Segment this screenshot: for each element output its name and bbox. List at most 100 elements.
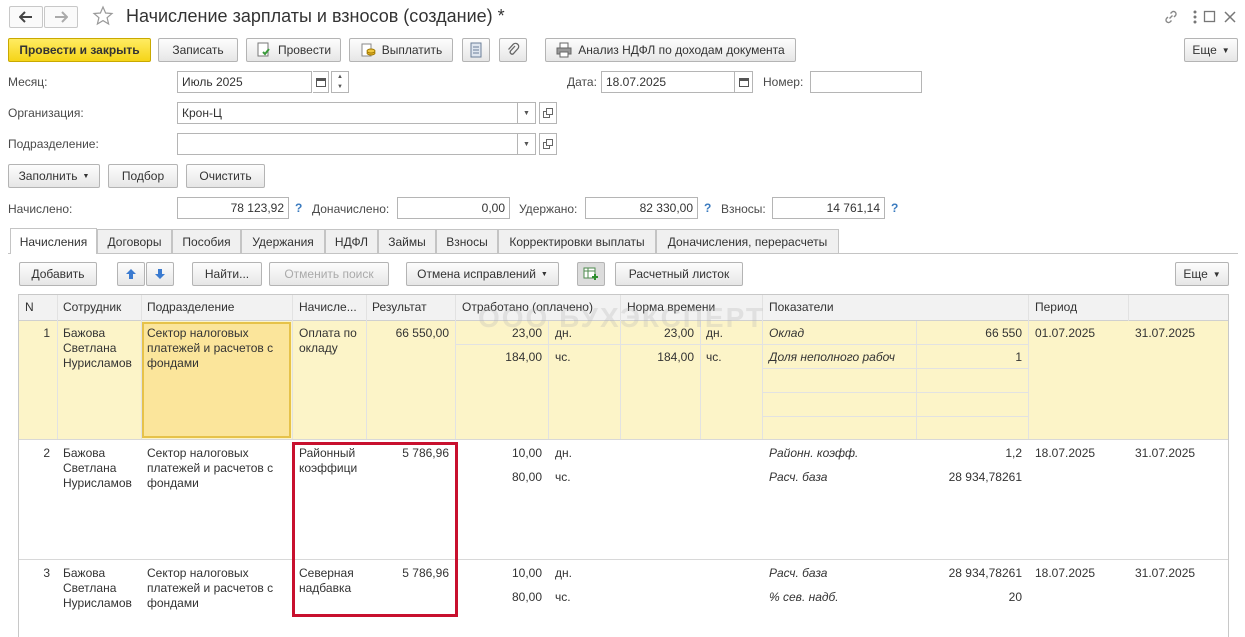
tab-contracts[interactable]: Договоры bbox=[97, 229, 172, 253]
grid-more-button[interactable]: Еще ▼ bbox=[1175, 262, 1229, 286]
row2-indicator-2-name: Расч. база bbox=[769, 470, 828, 484]
forward-button[interactable] bbox=[44, 6, 78, 28]
row1-worked-days: 23,00 bbox=[511, 326, 542, 340]
chevron-down-icon: ▼ bbox=[1221, 45, 1230, 55]
row-sep bbox=[19, 559, 1228, 560]
extra-accrued-label: Доначислено: bbox=[312, 202, 390, 216]
month-field[interactable]: Июль 2025 bbox=[177, 71, 312, 93]
col-header-n[interactable]: N bbox=[25, 300, 34, 315]
department-field[interactable] bbox=[177, 133, 518, 155]
withheld-value: 82 330,00 bbox=[585, 197, 698, 219]
accrued-help-icon[interactable]: ? bbox=[295, 201, 302, 215]
row3-department: Сектор налоговых платежей и расчетов с ф… bbox=[147, 566, 274, 610]
row1-accrual: Оплата по окладу bbox=[299, 326, 357, 355]
row1-worked-hours-unit: чс. bbox=[555, 350, 571, 364]
chevron-down-icon: ▼ bbox=[540, 270, 548, 278]
tab-loans[interactable]: Займы bbox=[378, 229, 436, 253]
grid-settings-button[interactable] bbox=[577, 262, 605, 286]
row1-period-from: 01.07.2025 bbox=[1035, 326, 1096, 340]
find-button[interactable]: Найти... bbox=[192, 262, 262, 286]
col-header-employee[interactable]: Сотрудник bbox=[63, 300, 121, 315]
month-spin-control[interactable]: ▲ ▼ bbox=[331, 71, 349, 93]
tab-payment-corrections[interactable]: Корректировки выплаты bbox=[498, 229, 656, 253]
row3-worked-days-unit: дн. bbox=[555, 566, 572, 580]
row3-n: 3 bbox=[43, 566, 50, 580]
cancel-corrections-button[interactable]: Отмена исправлений ▼ bbox=[406, 262, 559, 286]
col-sep bbox=[1128, 295, 1129, 321]
back-button[interactable] bbox=[9, 6, 43, 28]
row2-worked-hours: 80,00 bbox=[511, 470, 542, 484]
organization-open-icon[interactable] bbox=[539, 102, 557, 124]
row1-period-to: 31.07.2025 bbox=[1135, 326, 1196, 340]
maximize-icon[interactable] bbox=[1203, 10, 1217, 24]
printer-icon bbox=[556, 42, 572, 58]
col-sep bbox=[700, 321, 701, 439]
row2-department: Сектор налоговых платежей и расчетов с ф… bbox=[147, 446, 274, 490]
calendar-icon[interactable] bbox=[313, 71, 329, 93]
tab-ndfl[interactable]: НДФЛ bbox=[325, 229, 378, 253]
date-calendar-icon[interactable] bbox=[735, 71, 753, 93]
clear-button[interactable]: Очистить bbox=[186, 164, 265, 188]
col-header-department[interactable]: Подразделение bbox=[147, 300, 234, 315]
col-header-result[interactable]: Результат bbox=[372, 300, 427, 315]
row3-worked-hours: 80,00 bbox=[511, 590, 542, 604]
cancel-search-button[interactable]: Отменить поиск bbox=[269, 262, 389, 286]
date-field[interactable]: 18.07.2025 bbox=[601, 71, 735, 93]
close-icon[interactable] bbox=[1223, 10, 1237, 24]
row1-worked-hours: 184,00 bbox=[505, 350, 542, 364]
more-button-label: Еще bbox=[1192, 43, 1217, 57]
ndfl-analysis-button[interactable]: Анализ НДФЛ по доходам документа bbox=[545, 38, 796, 62]
row1-worked-days-unit: дн. bbox=[555, 326, 572, 340]
spin-down-icon[interactable]: ▼ bbox=[332, 82, 348, 92]
page-title: Начисление зарплаты и взносов (создание)… bbox=[126, 6, 505, 26]
highlight-frame bbox=[292, 442, 458, 617]
accrued-label: Начислено: bbox=[8, 202, 73, 216]
move-down-button[interactable] bbox=[146, 262, 174, 286]
link-icon[interactable] bbox=[1163, 9, 1179, 25]
contributions-help-icon[interactable]: ? bbox=[891, 201, 898, 215]
pay-button[interactable]: Выплатить bbox=[349, 38, 453, 62]
col-sep bbox=[1028, 295, 1029, 439]
save-button[interactable]: Записать bbox=[158, 38, 238, 62]
organization-dropdown-icon[interactable]: ▼ bbox=[518, 102, 536, 124]
row-sep bbox=[763, 392, 1028, 393]
grid-more-label: Еще bbox=[1183, 267, 1208, 281]
col-sep bbox=[141, 295, 142, 439]
tabs-baseline bbox=[8, 253, 1238, 254]
cancel-corrections-label: Отмена исправлений bbox=[417, 267, 536, 281]
number-field[interactable] bbox=[810, 71, 922, 93]
col-header-accrual[interactable]: Начисле... bbox=[299, 300, 357, 315]
attach-button[interactable] bbox=[499, 38, 527, 62]
pay-button-label: Выплатить bbox=[381, 43, 443, 57]
post-button[interactable]: Провести bbox=[246, 38, 341, 62]
row1-norm-hours: 184,00 bbox=[657, 350, 694, 364]
payslip-button[interactable]: Расчетный листок bbox=[615, 262, 743, 286]
spin-up-icon[interactable]: ▲ bbox=[332, 72, 348, 82]
row1-indicator-1-value: 66 550 bbox=[985, 326, 1022, 340]
tab-benefits[interactable]: Пособия bbox=[172, 229, 241, 253]
tab-deductions[interactable]: Удержания bbox=[241, 229, 325, 253]
more-button[interactable]: Еще ▼ bbox=[1184, 38, 1238, 62]
tab-contributions[interactable]: Взносы bbox=[436, 229, 498, 253]
select-button[interactable]: Подбор bbox=[108, 164, 178, 188]
extra-accrued-value: 0,00 bbox=[397, 197, 510, 219]
add-row-button[interactable]: Добавить bbox=[19, 262, 97, 286]
post-button-label: Провести bbox=[277, 43, 332, 57]
col-header-indicators[interactable]: Показатели bbox=[769, 300, 834, 315]
contributions-label: Взносы: bbox=[721, 202, 766, 216]
tab-recalculations[interactable]: Доначисления, перерасчеты bbox=[656, 229, 839, 253]
department-open-icon[interactable] bbox=[539, 133, 557, 155]
move-up-button[interactable] bbox=[117, 262, 145, 286]
favorite-star-icon[interactable] bbox=[92, 5, 114, 27]
withheld-help-icon[interactable]: ? bbox=[704, 201, 711, 215]
more-vertical-icon[interactable] bbox=[1192, 9, 1198, 25]
col-sep bbox=[366, 295, 367, 439]
report-button[interactable] bbox=[462, 38, 490, 62]
department-dropdown-icon[interactable]: ▼ bbox=[518, 133, 536, 155]
col-header-period[interactable]: Период bbox=[1035, 300, 1077, 315]
post-and-close-button[interactable]: Провести и закрыть bbox=[8, 38, 151, 62]
row-sep bbox=[763, 416, 1028, 417]
organization-field[interactable]: Крон-Ц bbox=[177, 102, 518, 124]
tab-accruals[interactable]: Начисления bbox=[10, 228, 97, 254]
fill-button[interactable]: Заполнить ▼ bbox=[8, 164, 100, 188]
